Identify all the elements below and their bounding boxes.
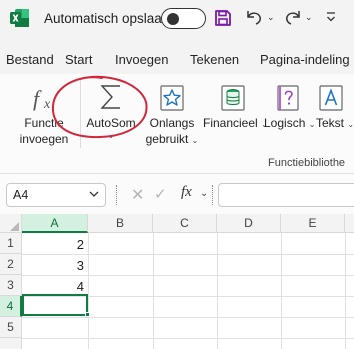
text-functions-dropdown-icon[interactable]: ⌄ [347,120,354,129]
cell-a3[interactable]: 4 [20,279,84,294]
logical-label: Logisch [264,116,306,130]
gridline [217,233,218,349]
coins-database-icon [221,85,245,111]
tab-pagina-indeling[interactable]: Pagina-indeling [260,52,350,67]
logical-dropdown-icon[interactable]: ⌄ [309,120,316,129]
excel-logo-icon [10,9,29,27]
active-cell-a4[interactable] [22,294,88,316]
tab-tekenen[interactable]: Tekenen [190,52,239,67]
cell-a1[interactable]: 2 [20,237,84,252]
chevron-down-icon[interactable] [88,188,100,200]
text-functions-label: Tekst [316,116,345,130]
text-a-icon [319,85,343,111]
column-header-c[interactable]: C [153,214,217,233]
gridline [22,275,354,276]
row-header-1[interactable]: 1 [0,233,22,254]
name-box-value: A4 [13,188,29,202]
formula-input[interactable] [218,183,354,207]
question-book-icon [277,85,299,111]
column-header-b[interactable]: B [88,214,153,233]
undo-dropdown-icon[interactable]: ⌄ [267,12,275,23]
gridline [153,233,154,349]
fx-dropdown-icon[interactable]: ⌄ [200,188,208,199]
function-library-group-label: Functiebibliothe [268,157,346,169]
column-header-e[interactable]: E [281,214,345,233]
column-header-a[interactable]: A [22,214,88,233]
insert-function-fx-icon[interactable]: fx [181,184,192,201]
undo-icon[interactable] [245,9,263,25]
financial-label: Financieel [203,116,258,130]
gridline [22,317,354,318]
save-icon[interactable] [214,9,232,27]
column-header-f-partial[interactable] [345,214,354,233]
gridline [22,254,354,255]
svg-text:f: f [33,86,42,111]
cell-a2[interactable]: 3 [20,258,84,273]
row-header-4[interactable]: 4 [0,296,22,317]
financial-button[interactable]: Financieel ⌄ [203,84,268,133]
logical-button[interactable]: Logisch ⌄ [264,84,315,133]
formula-bar-separator [116,185,119,205]
select-all-triangle-icon [10,222,19,231]
fill-handle[interactable] [85,312,90,317]
tab-invoegen[interactable]: Invoegen [115,52,169,67]
gridline [345,233,346,349]
tab-bestand[interactable]: Bestand [6,52,54,67]
star-icon [160,85,184,111]
recently-used-label-1: Onlangs [149,116,195,130]
row-header-3[interactable]: 3 [0,275,22,296]
column-header-d[interactable]: D [217,214,281,233]
text-functions-button[interactable]: Tekst ⌄ [316,84,354,133]
recently-used-button[interactable]: Onlangs gebruikt ⌄ [144,84,200,149]
row-header-5[interactable]: 5 [0,317,22,338]
autosave-label: Automatisch opslaan [44,11,170,26]
toggle-knob [167,12,179,25]
autosave-toggle[interactable] [161,8,206,29]
formula-bar-separator-2 [212,185,215,205]
customize-toolbar-icon[interactable] [325,10,337,24]
recently-used-label-2: gebruikt [145,132,189,146]
gridline [88,233,89,349]
enter-check-icon[interactable]: ✓ [154,185,167,203]
redo-icon[interactable] [284,9,302,25]
highlight-circle-annotation [51,75,148,139]
gridline [281,233,282,349]
ribbon-tabs: Bestand Start Invoegen Tekenen Pagina-in… [0,36,354,74]
recently-used-dropdown-icon[interactable]: ⌄ [192,136,199,145]
tab-start[interactable]: Start [65,52,92,67]
cancel-entry-icon[interactable]: ✕ [131,185,144,205]
redo-dropdown-icon[interactable]: ⌄ [305,12,313,23]
row-header-2[interactable]: 2 [0,254,22,275]
row-header-6-partial[interactable] [0,338,22,349]
gridline [22,338,354,339]
